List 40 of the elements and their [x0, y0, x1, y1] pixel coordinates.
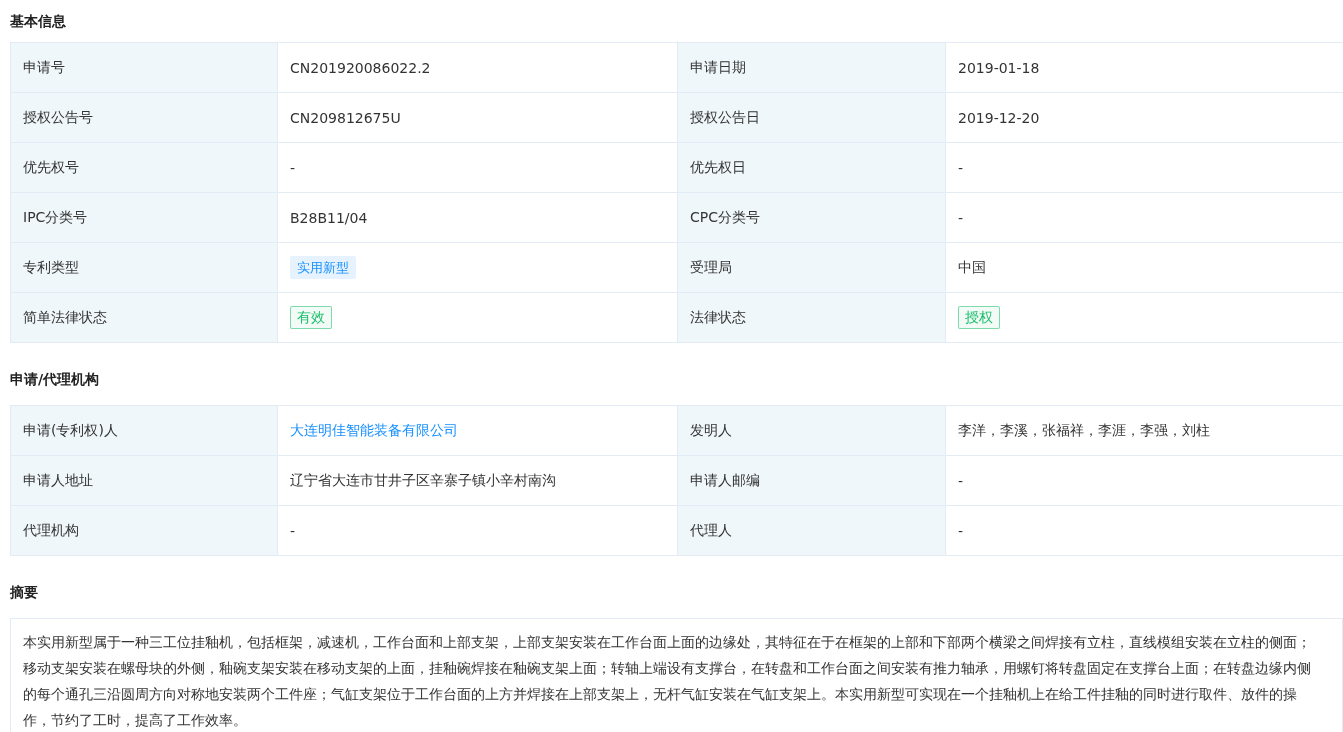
- section-title: 基本信息: [10, 12, 67, 31]
- value-text: -: [958, 209, 964, 226]
- label-cell: 优先权日: [678, 143, 946, 193]
- section-title: 申请/代理机构: [10, 370, 101, 389]
- status-tag: 实用新型: [290, 256, 356, 279]
- label-cell: 授权公告日: [678, 93, 946, 143]
- label-cell: 专利类型: [11, 243, 278, 293]
- value-text: 2019-01-18: [958, 59, 1040, 76]
- label-cell: 申请(专利权)人: [11, 406, 278, 456]
- applicant-link[interactable]: 大连明佳智能装备有限公司: [290, 421, 458, 440]
- label-cell: 申请号: [11, 43, 278, 93]
- value-text: B28B11/04: [290, 209, 368, 226]
- value-text: 2019-12-20: [958, 109, 1040, 126]
- label-cell: 受理局: [678, 243, 946, 293]
- value-text: 李洋，李溪，张福祥，李涯，李强，刘柱: [958, 421, 1210, 440]
- label-cell: 优先权号: [11, 143, 278, 193]
- value-text: -: [958, 522, 964, 539]
- label-cell: 申请人地址: [11, 456, 278, 506]
- value-text: CN201920086022.2: [290, 59, 431, 76]
- value-text: 中国: [958, 258, 986, 277]
- value-text: -: [958, 472, 964, 489]
- value-text: -: [958, 159, 964, 176]
- abstract-text: 本实用新型属于一种三工位挂釉机，包括框架，减速机，工作台面和上部支架，上部支架安装在工作台面上面的边缘处，其特征在于在框架的上部和下部两个横梁之间焊接有立柱，直线模组安装在立柱的侧面；移动支架安装在螺母块的外侧，釉碗支架安装在移动支架的上面，挂釉碗焊接在釉碗支架上面；转轴上端设有支撑台，在转盘和工作台面之间安装有推力轴承，用螺钉将转盘固定在支撑台上面；在转盘边缘内侧的每个通孔三沿圆周方向对称地安装两个工件座；气缸支架位于工作台面的上方并焊接在上部支架上，无杆气缸安装在气缸支架上。本实用新型可实现在一个挂釉机上在给工件挂釉的同时进行取件、放件的操作，节约了工时，提高了工作效率。: [23, 633, 1312, 730]
- section-title: 摘要: [10, 583, 39, 602]
- status-tag: 有效: [290, 306, 332, 329]
- label-cell: 法律状态: [678, 293, 946, 343]
- label-cell: IPC分类号: [11, 193, 278, 243]
- value-text: 辽宁省大连市甘井子区辛寨子镇小辛村南沟: [290, 471, 556, 490]
- label-cell: 申请日期: [678, 43, 946, 93]
- status-tag: 授权: [958, 306, 1000, 329]
- label-cell: 代理人: [678, 506, 946, 556]
- label-cell: 代理机构: [11, 506, 278, 556]
- label-cell: 发明人: [678, 406, 946, 456]
- label-cell: 简单法律状态: [11, 293, 278, 343]
- label-cell: 授权公告号: [11, 93, 278, 143]
- value-text: CN209812675U: [290, 109, 401, 126]
- label-cell: 申请人邮编: [678, 456, 946, 506]
- value-text: -: [290, 522, 296, 539]
- value-text: -: [290, 159, 296, 176]
- label-cell: CPC分类号: [678, 193, 946, 243]
